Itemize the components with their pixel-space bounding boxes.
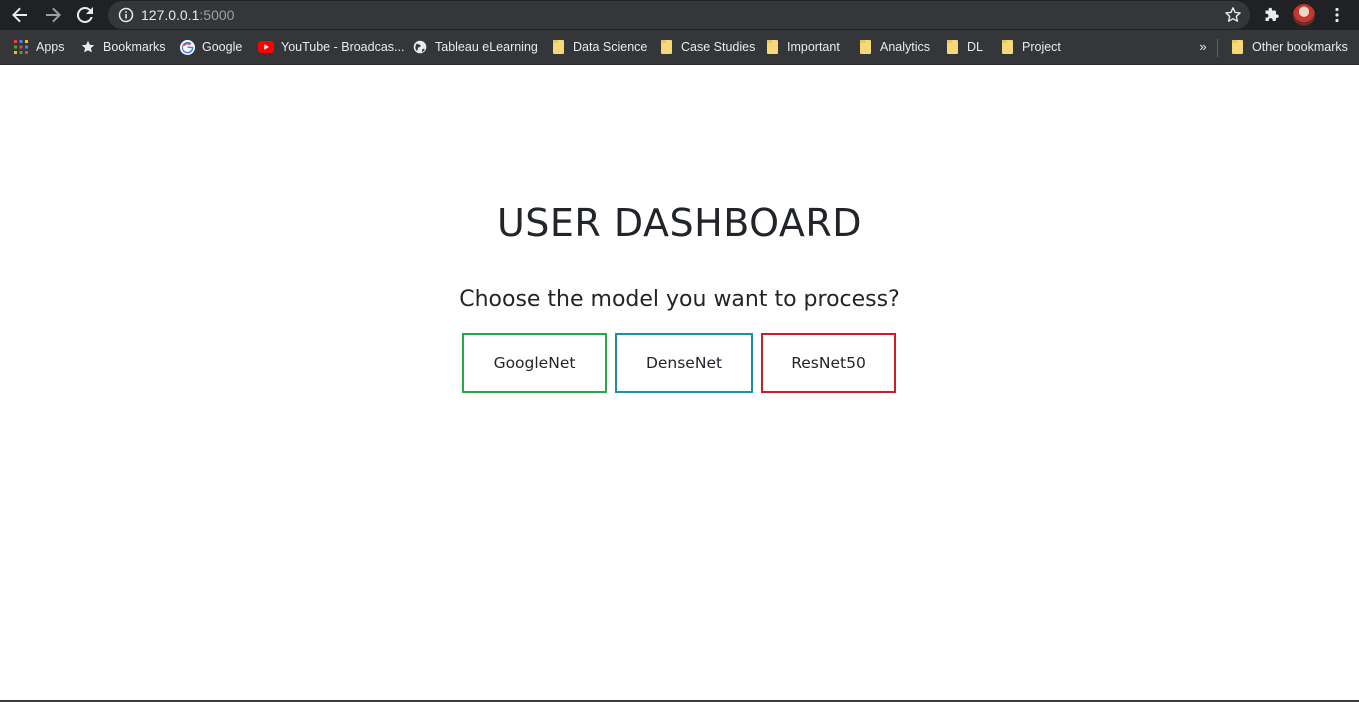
site-info-icon[interactable] — [118, 7, 134, 23]
bookmark-important[interactable]: Important — [764, 39, 840, 55]
folder-icon — [999, 39, 1015, 55]
menu-button[interactable] — [1326, 4, 1348, 26]
folder-icon — [550, 39, 566, 55]
kebab-menu-icon — [1335, 7, 1339, 23]
bookmark-star-icon[interactable] — [1224, 6, 1242, 24]
bookmarks-separator — [1217, 39, 1218, 57]
back-arrow-icon — [12, 7, 27, 23]
bookmark-label: Project — [1022, 40, 1061, 54]
bookmark-label: Bookmarks — [103, 40, 166, 54]
bookmark-youtube[interactable]: YouTube - Broadcas... — [258, 39, 404, 55]
forward-button[interactable] — [42, 4, 64, 26]
url-host: 127.0.0.1 — [141, 7, 200, 23]
bookmark-label: Case Studies — [681, 40, 756, 54]
folder-icon — [857, 39, 873, 55]
bookmark-case-studies[interactable]: Case Studies — [658, 39, 755, 55]
folder-icon — [1229, 39, 1245, 55]
forward-arrow-icon — [46, 7, 61, 23]
puzzle-icon — [1265, 7, 1279, 21]
bookmark-analytics[interactable]: Analytics — [857, 39, 930, 55]
bookmark-label: Data Science — [573, 40, 648, 54]
globe-icon — [412, 39, 428, 55]
bookmarks-bar: Apps Bookmarks Google YouTube - Broadcas… — [0, 30, 1359, 65]
bookmark-tableau[interactable]: Tableau eLearning — [412, 39, 538, 55]
browser-toolbar: 127.0.0.1:5000 — [0, 0, 1359, 30]
bookmark-other-bookmarks[interactable]: Other bookmarks — [1229, 39, 1348, 55]
bookmark-label: Google — [202, 40, 243, 54]
densenet-button[interactable]: DenseNet — [615, 333, 753, 393]
reload-icon — [76, 6, 93, 23]
folder-icon — [944, 39, 960, 55]
bookmark-label: Analytics — [880, 40, 931, 54]
resnet50-button[interactable]: ResNet50 — [761, 333, 896, 393]
google-icon — [179, 39, 195, 55]
page-subtitle: Choose the model you want to process? — [459, 287, 900, 312]
star-icon — [80, 39, 96, 55]
reload-button[interactable] — [74, 4, 96, 26]
page-title: USER DASHBOARD — [496, 201, 862, 245]
bookmark-label: Apps — [36, 40, 65, 54]
folder-icon — [764, 39, 780, 55]
folder-icon — [658, 39, 674, 55]
googlenet-button[interactable]: GoogleNet — [462, 333, 607, 393]
youtube-icon — [258, 39, 274, 55]
bookmark-data-science[interactable]: Data Science — [550, 39, 647, 55]
bookmarks-overflow-chevron-icon[interactable]: » — [1195, 39, 1211, 55]
extensions-button[interactable] — [1261, 4, 1283, 26]
bookmark-label: Tableau eLearning — [435, 40, 538, 54]
bookmark-label: Other bookmarks — [1252, 40, 1348, 54]
url-port: :5000 — [199, 7, 235, 23]
bookmark-google[interactable]: Google — [179, 39, 242, 55]
page-content: USER DASHBOARD Choose the model you want… — [0, 66, 1359, 702]
bookmark-apps[interactable]: Apps — [13, 39, 65, 55]
url-text[interactable]: 127.0.0.1:5000 — [141, 7, 234, 23]
profile-avatar[interactable] — [1293, 4, 1315, 26]
bookmark-label: DL — [967, 40, 983, 54]
bookmark-bookmarks[interactable]: Bookmarks — [80, 39, 166, 55]
bookmark-label: YouTube - Broadcas... — [281, 40, 405, 54]
address-bar[interactable]: 127.0.0.1:5000 — [108, 1, 1250, 29]
bookmark-project[interactable]: Project — [999, 39, 1061, 55]
apps-grid-icon — [13, 39, 29, 55]
bookmark-dl[interactable]: DL — [944, 39, 983, 55]
bookmark-label: Important — [787, 40, 840, 54]
back-button[interactable] — [9, 4, 31, 26]
